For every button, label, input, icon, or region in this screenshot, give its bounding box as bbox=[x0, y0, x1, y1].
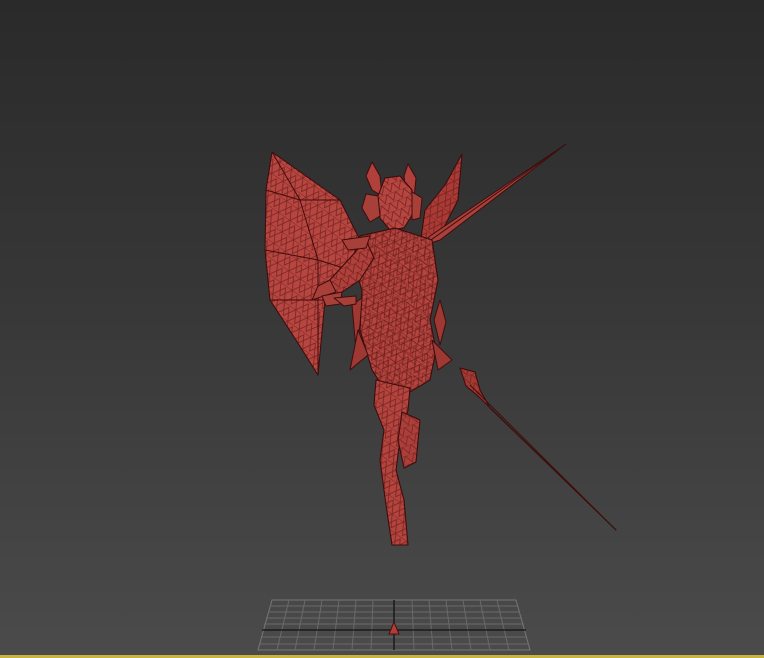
3d-viewport[interactable] bbox=[0, 0, 764, 658]
viewport-canvas[interactable] bbox=[0, 0, 764, 658]
character-legs[interactable] bbox=[373, 379, 421, 546]
character-head[interactable] bbox=[361, 161, 423, 231]
winged-character-mesh[interactable] bbox=[264, 143, 617, 546]
spear-lower[interactable] bbox=[459, 367, 617, 531]
